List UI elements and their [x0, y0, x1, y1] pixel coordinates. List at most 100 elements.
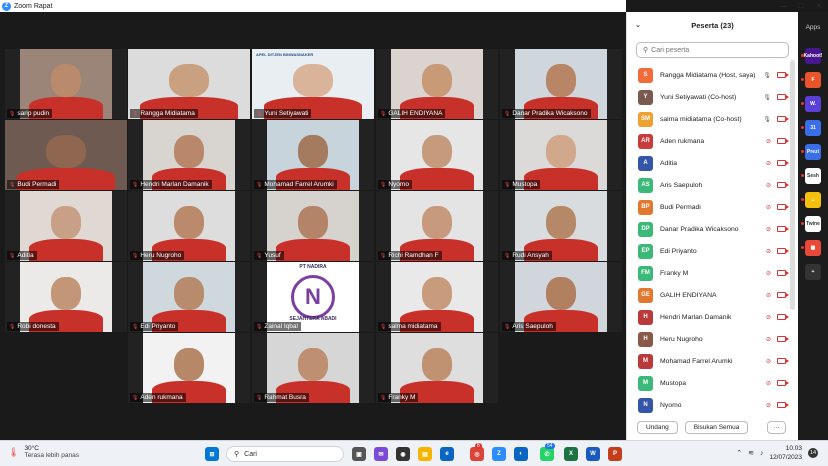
- edge-icon[interactable]: e: [440, 447, 454, 461]
- wordwall-icon[interactable]: W.: [805, 96, 821, 112]
- mic-muted-icon[interactable]: ⊘: [766, 314, 771, 321]
- video-tile[interactable]: 🎙 Mohamad Farrel Arumki: [252, 120, 374, 190]
- mic-icon[interactable]: 🎙: [763, 94, 771, 101]
- prezi-icon[interactable]: Prezi: [805, 144, 821, 160]
- participant-row[interactable]: FM Franky M ⊘: [627, 262, 798, 284]
- close-button[interactable]: ✕: [810, 0, 828, 12]
- app-smile-icon[interactable]: ☺: [805, 192, 821, 208]
- video-tile[interactable]: N PT NADIRA SEJAHTERA ABADI 🎙 Zainal Iqbal: [252, 262, 374, 332]
- speaker-icon[interactable]: ♪: [760, 450, 764, 457]
- camera-off-icon[interactable]: [777, 402, 789, 408]
- sesh-icon[interactable]: Sesh: [805, 168, 821, 184]
- participant-row[interactable]: H Heru Nugroho ⊘: [627, 328, 798, 350]
- camera-off-icon[interactable]: [777, 116, 789, 122]
- video-tile[interactable]: 🎙 Nyomo: [376, 120, 498, 190]
- camera-off-icon[interactable]: [777, 94, 789, 100]
- add-app-icon[interactable]: +: [805, 264, 821, 280]
- video-tile[interactable]: 🎙 sarip pudin: [5, 49, 127, 119]
- video-tile[interactable]: 🎙 Rahmat Busra: [252, 333, 374, 403]
- video-tile[interactable]: 🎙 Rudi Ansyah: [500, 191, 622, 261]
- task-view-icon[interactable]: ▣: [352, 447, 366, 461]
- video-tile[interactable]: 🎙 Aden rukmana: [128, 333, 250, 403]
- whatsapp-icon[interactable]: ✆: [540, 447, 554, 461]
- mic-muted-icon[interactable]: ⊘: [766, 336, 771, 343]
- mic-icon[interactable]: 🎙: [763, 116, 771, 123]
- video-tile[interactable]: 🎙 Richi Ramdhan F: [376, 191, 498, 261]
- camera-icon[interactable]: ◉: [396, 447, 410, 461]
- weather-widget[interactable]: 🌡 30°C Terasa lebih panas: [8, 445, 79, 459]
- camera-off-icon[interactable]: [777, 72, 789, 78]
- apps-label[interactable]: Apps: [798, 24, 828, 31]
- participant-row[interactable]: AR Aden rukmana ⊘: [627, 130, 798, 152]
- mic-muted-icon[interactable]: ⊘: [766, 292, 771, 299]
- mic-muted-icon[interactable]: ⊘: [766, 204, 771, 211]
- video-tile[interactable]: 🎙 Mustopa: [500, 120, 622, 190]
- participant-row[interactable]: GE GALIH ENDIYANA ⊘: [627, 284, 798, 306]
- mic-muted-icon[interactable]: ⊘: [766, 160, 771, 167]
- camera-off-icon[interactable]: [777, 292, 789, 298]
- mic-muted-icon[interactable]: ⊘: [766, 402, 771, 409]
- participant-row[interactable]: N Nyomo ⊘: [627, 394, 798, 416]
- video-tile[interactable]: 🎙 Hendri Marlan Damanik: [128, 120, 250, 190]
- video-tile[interactable]: 🎙 Aditia: [5, 191, 127, 261]
- file-explorer-icon[interactable]: ▤: [418, 447, 432, 461]
- mic-muted-icon[interactable]: ⊘: [766, 248, 771, 255]
- camera-off-icon[interactable]: [777, 314, 789, 320]
- powerpoint-icon[interactable]: P: [608, 447, 622, 461]
- kahoot-icon[interactable]: Kahoot!: [804, 48, 822, 64]
- invite-button[interactable]: Undang: [637, 420, 678, 434]
- mic-muted-icon[interactable]: ⊘: [766, 226, 771, 233]
- participant-row[interactable]: SM salma midiatama (Co-host) 🎙: [627, 108, 798, 130]
- participant-row[interactable]: S Rangga Midiatama (Host, saya) 🎙: [627, 64, 798, 86]
- mic-muted-icon[interactable]: ⊘: [766, 358, 771, 365]
- app-calendar-icon[interactable]: 31: [805, 120, 821, 136]
- camera-off-icon[interactable]: [777, 226, 789, 232]
- participant-row[interactable]: EP Edi Priyanto ⊘: [627, 240, 798, 262]
- camera-off-icon[interactable]: [777, 160, 789, 166]
- video-tile[interactable]: 🎙 Robi donesta: [5, 262, 127, 332]
- mic-muted-icon[interactable]: ⊘: [766, 270, 771, 277]
- participant-row[interactable]: DP Danar Pradika Wicaksono ⊘: [627, 218, 798, 240]
- participant-search-input[interactable]: ⚲ Cari peserta: [636, 42, 789, 58]
- twine-icon[interactable]: Twine: [805, 216, 821, 232]
- video-tile[interactable]: 🎙 Franky M: [376, 333, 498, 403]
- maximize-button[interactable]: ☐: [792, 0, 810, 12]
- notification-badge[interactable]: 14: [808, 448, 818, 458]
- chevron-up-icon[interactable]: ⌃: [736, 449, 742, 457]
- camera-off-icon[interactable]: [777, 204, 789, 210]
- word-icon[interactable]: W: [586, 447, 600, 461]
- participant-row[interactable]: Y Yuni Setiyawati (Co-host) 🎙: [627, 86, 798, 108]
- chrome-icon[interactable]: ◎: [470, 447, 484, 461]
- video-tile[interactable]: 🎙 Danar Pradika Wicaksono: [500, 49, 622, 119]
- participant-row[interactable]: BP Budi Permadi ⊘: [627, 196, 798, 218]
- video-tile[interactable]: 🎙 Heru Nugroho: [128, 191, 250, 261]
- windows-start-icon[interactable]: ⊞: [205, 447, 219, 461]
- participant-row[interactable]: M Mustopa ⊘: [627, 372, 798, 394]
- video-tile[interactable]: 🎙 salma midiatama: [376, 262, 498, 332]
- camera-off-icon[interactable]: [777, 182, 789, 188]
- mic-muted-icon[interactable]: ⊘: [766, 138, 771, 145]
- app-f-icon[interactable]: F: [805, 72, 821, 88]
- zoom-taskbar-icon[interactable]: Z: [492, 447, 506, 461]
- wifi-icon[interactable]: ≋: [748, 449, 754, 457]
- camera-off-icon[interactable]: [777, 248, 789, 254]
- video-tile[interactable]: 🎙 Rangga Midiatama: [128, 49, 250, 119]
- video-tile[interactable]: 🎙 GALIH ENDIYANA: [376, 49, 498, 119]
- video-tile[interactable]: APEL DITJEN BINWASNAKER 🎙 Yuni Setiyawati: [252, 49, 374, 119]
- excel-icon[interactable]: X: [564, 447, 578, 461]
- chat-icon[interactable]: ✉: [374, 447, 388, 461]
- video-tile[interactable]: 🎙 Budi Permadi: [5, 120, 127, 190]
- video-tile[interactable]: 🎙 Yusuf: [252, 191, 374, 261]
- participant-row[interactable]: H Hendri Marlan Damanik ⊘: [627, 306, 798, 328]
- camera-off-icon[interactable]: [777, 336, 789, 342]
- participant-row[interactable]: A Aditia ⊘: [627, 152, 798, 174]
- mic-muted-icon[interactable]: ⊘: [766, 380, 771, 387]
- edge-browser-icon[interactable]: ◐: [514, 447, 528, 461]
- mic-muted-icon[interactable]: ⊘: [766, 182, 771, 189]
- app-grid-icon[interactable]: ▦: [805, 240, 821, 256]
- video-tile[interactable]: 🎙 Edi Priyanto: [128, 262, 250, 332]
- chevron-down-icon[interactable]: ⌄: [635, 21, 641, 29]
- minimize-button[interactable]: —: [774, 0, 792, 12]
- camera-off-icon[interactable]: [777, 380, 789, 386]
- camera-off-icon[interactable]: [777, 270, 789, 276]
